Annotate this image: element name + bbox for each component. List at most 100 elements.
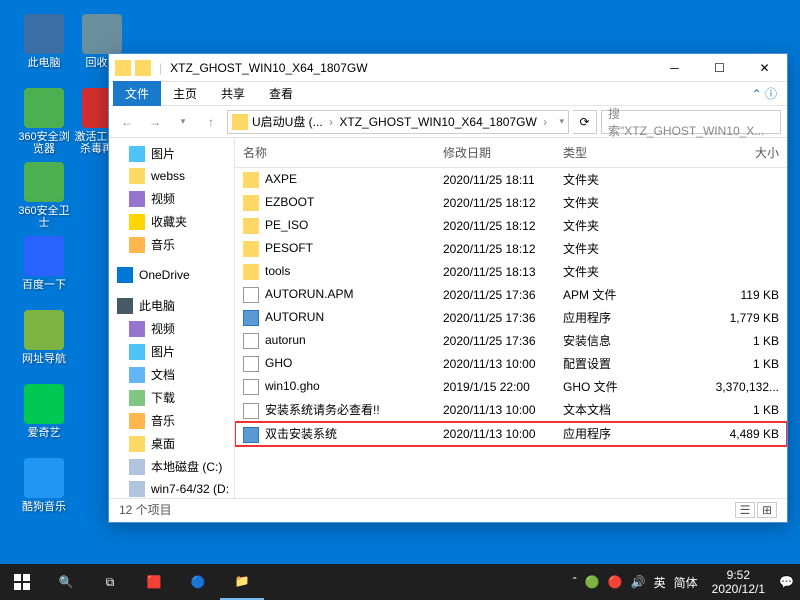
nav-history[interactable]: ▾ bbox=[171, 110, 195, 134]
tab-home[interactable]: 主页 bbox=[161, 81, 209, 106]
file-date: 2019/1/15 22:00 bbox=[435, 380, 555, 394]
breadcrumb-root[interactable]: U启动U盘 (... bbox=[252, 115, 323, 129]
tab-view[interactable]: 查看 bbox=[257, 81, 305, 106]
col-name[interactable]: 名称 bbox=[235, 144, 435, 161]
file-row[interactable]: win10.gho2019/1/15 22:00GHO 文件3,370,132.… bbox=[235, 375, 787, 398]
nav-icon bbox=[129, 436, 145, 452]
col-size[interactable]: 大小 bbox=[645, 144, 787, 161]
search-input[interactable]: 搜索"XTZ_GHOST_WIN10_X... bbox=[601, 110, 781, 134]
desktop-icon[interactable]: 360安全浏览器 bbox=[14, 88, 74, 155]
nav-item[interactable]: 图片 bbox=[109, 142, 234, 165]
lang-indicator[interactable]: 简体 bbox=[674, 574, 698, 591]
refresh-button[interactable]: ⟳ bbox=[573, 110, 597, 134]
minimize-button[interactable]: ─ bbox=[652, 54, 697, 82]
desktop-icon[interactable]: 网址导航 bbox=[14, 310, 74, 365]
titlebar[interactable]: | XTZ_GHOST_WIN10_X64_1807GW ─ ☐ ✕ bbox=[109, 54, 787, 82]
chevron-down-icon[interactable]: ▾ bbox=[559, 116, 564, 127]
col-date[interactable]: 修改日期 bbox=[435, 144, 555, 161]
tray-icon[interactable]: 🔴 bbox=[608, 575, 623, 589]
close-button[interactable]: ✕ bbox=[742, 54, 787, 82]
nav-item[interactable]: 图片 bbox=[109, 340, 234, 363]
clock[interactable]: 9:52 2020/12/1 bbox=[706, 568, 771, 597]
nav-label: 桌面 bbox=[151, 435, 175, 452]
ribbon-expand[interactable]: ⌃ ⓘ bbox=[742, 81, 787, 106]
notifications-button[interactable]: 💬 bbox=[779, 575, 794, 589]
taskbar-app[interactable]: 🟥 bbox=[132, 564, 176, 600]
file-date: 2020/11/13 10:00 bbox=[435, 427, 555, 441]
nav-this-pc[interactable]: 此电脑 bbox=[109, 294, 234, 317]
ime-indicator[interactable]: 英 bbox=[654, 574, 666, 591]
file-size: 1 KB bbox=[645, 403, 787, 417]
nav-item[interactable]: 文档 bbox=[109, 363, 234, 386]
file-row[interactable]: AUTORUN2020/11/25 17:36应用程序1,779 KB bbox=[235, 306, 787, 329]
file-icon bbox=[243, 264, 259, 280]
file-name: AUTORUN.APM bbox=[265, 287, 353, 301]
nav-label: 视频 bbox=[151, 320, 175, 337]
file-date: 2020/11/13 10:00 bbox=[435, 403, 555, 417]
start-button[interactable] bbox=[0, 564, 44, 600]
file-row[interactable]: tools2020/11/25 18:13文件夹 bbox=[235, 260, 787, 283]
file-row[interactable]: autorun2020/11/25 17:36安装信息1 KB bbox=[235, 329, 787, 352]
nav-item[interactable]: 视频 bbox=[109, 187, 234, 210]
file-row[interactable]: EZBOOT2020/11/25 18:12文件夹 bbox=[235, 191, 787, 214]
file-row[interactable]: 双击安装系统2020/11/13 10:00应用程序4,489 KB bbox=[235, 422, 787, 446]
file-icon bbox=[243, 356, 259, 372]
file-icon bbox=[243, 310, 259, 326]
tray-icon[interactable]: 🟢 bbox=[585, 575, 600, 589]
file-type: 文件夹 bbox=[555, 171, 645, 188]
onedrive-icon bbox=[117, 267, 133, 283]
search-button[interactable]: 🔍 bbox=[44, 564, 88, 600]
nav-item[interactable]: webss bbox=[109, 165, 234, 187]
file-row[interactable]: AUTORUN.APM2020/11/25 17:36APM 文件119 KB bbox=[235, 283, 787, 306]
file-row[interactable]: 安装系统请务必查看!!2020/11/13 10:00文本文档1 KB bbox=[235, 398, 787, 422]
nav-item[interactable]: 音乐 bbox=[109, 233, 234, 256]
maximize-button[interactable]: ☐ bbox=[697, 54, 742, 82]
desktop-icon[interactable]: 360安全卫士 bbox=[14, 162, 74, 229]
file-name: win10.gho bbox=[265, 379, 320, 393]
file-row[interactable]: AXPE2020/11/25 18:11文件夹 bbox=[235, 168, 787, 191]
file-icon bbox=[243, 403, 259, 419]
nav-onedrive[interactable]: OneDrive bbox=[109, 264, 234, 286]
tab-share[interactable]: 共享 bbox=[209, 81, 257, 106]
nav-item[interactable]: 桌面 bbox=[109, 432, 234, 455]
chevron-right-icon: › bbox=[543, 115, 547, 129]
taskbar-app[interactable]: 🔵 bbox=[176, 564, 220, 600]
taskview-button[interactable]: ⧉ bbox=[88, 564, 132, 600]
nav-icon bbox=[129, 459, 145, 475]
nav-back[interactable]: ← bbox=[115, 110, 139, 134]
nav-pane: 图片webss视频收藏夹音乐OneDrive此电脑视频图片文档下载音乐桌面本地磁… bbox=[109, 138, 235, 498]
tray-chevron[interactable]: ˆ bbox=[573, 575, 577, 589]
nav-item[interactable]: win7-64/32 (D: bbox=[109, 478, 234, 498]
view-details-button[interactable]: ☰ bbox=[735, 502, 755, 518]
file-row[interactable]: GHO2020/11/13 10:00配置设置1 KB bbox=[235, 352, 787, 375]
nav-up[interactable]: ↑ bbox=[199, 110, 223, 134]
col-type[interactable]: 类型 bbox=[555, 144, 645, 161]
file-date: 2020/11/13 10:00 bbox=[435, 357, 555, 371]
file-row[interactable]: PESOFT2020/11/25 18:12文件夹 bbox=[235, 237, 787, 260]
tray-icon[interactable]: 🔊 bbox=[631, 575, 646, 589]
icon-label: 此电脑 bbox=[14, 57, 74, 69]
app-icon bbox=[24, 88, 64, 128]
file-date: 2020/11/25 18:12 bbox=[435, 196, 555, 210]
nav-item[interactable]: 音乐 bbox=[109, 409, 234, 432]
nav-item[interactable]: 本地磁盘 (C:) bbox=[109, 455, 234, 478]
view-icons-button[interactable]: ⊞ bbox=[757, 502, 777, 518]
tab-file[interactable]: 文件 bbox=[113, 81, 161, 106]
nav-item[interactable]: 视频 bbox=[109, 317, 234, 340]
desktop-icon[interactable]: 爱奇艺 bbox=[14, 384, 74, 439]
file-row[interactable]: PE_ISO2020/11/25 18:12文件夹 bbox=[235, 214, 787, 237]
file-icon bbox=[243, 287, 259, 303]
file-size: 3,370,132... bbox=[645, 380, 787, 394]
nav-forward[interactable]: → bbox=[143, 110, 167, 134]
file-name: PESOFT bbox=[265, 241, 313, 255]
desktop-icon[interactable]: 酷狗音乐 bbox=[14, 458, 74, 513]
desktop-icon[interactable]: 此电脑 bbox=[14, 14, 74, 69]
desktop: 此电脑回收站360安全浏览器激活工具先杀毒再使360安全卫士百度一下网址导航爱奇… bbox=[0, 0, 800, 600]
nav-item[interactable]: 收藏夹 bbox=[109, 210, 234, 233]
pc-icon bbox=[117, 298, 133, 314]
breadcrumb-folder[interactable]: XTZ_GHOST_WIN10_X64_1807GW bbox=[339, 115, 536, 129]
taskbar-explorer[interactable]: 📁 bbox=[220, 564, 264, 600]
desktop-icon[interactable]: 百度一下 bbox=[14, 236, 74, 291]
nav-item[interactable]: 下载 bbox=[109, 386, 234, 409]
breadcrumb[interactable]: U启动U盘 (... › XTZ_GHOST_WIN10_X64_1807GW … bbox=[227, 110, 569, 134]
